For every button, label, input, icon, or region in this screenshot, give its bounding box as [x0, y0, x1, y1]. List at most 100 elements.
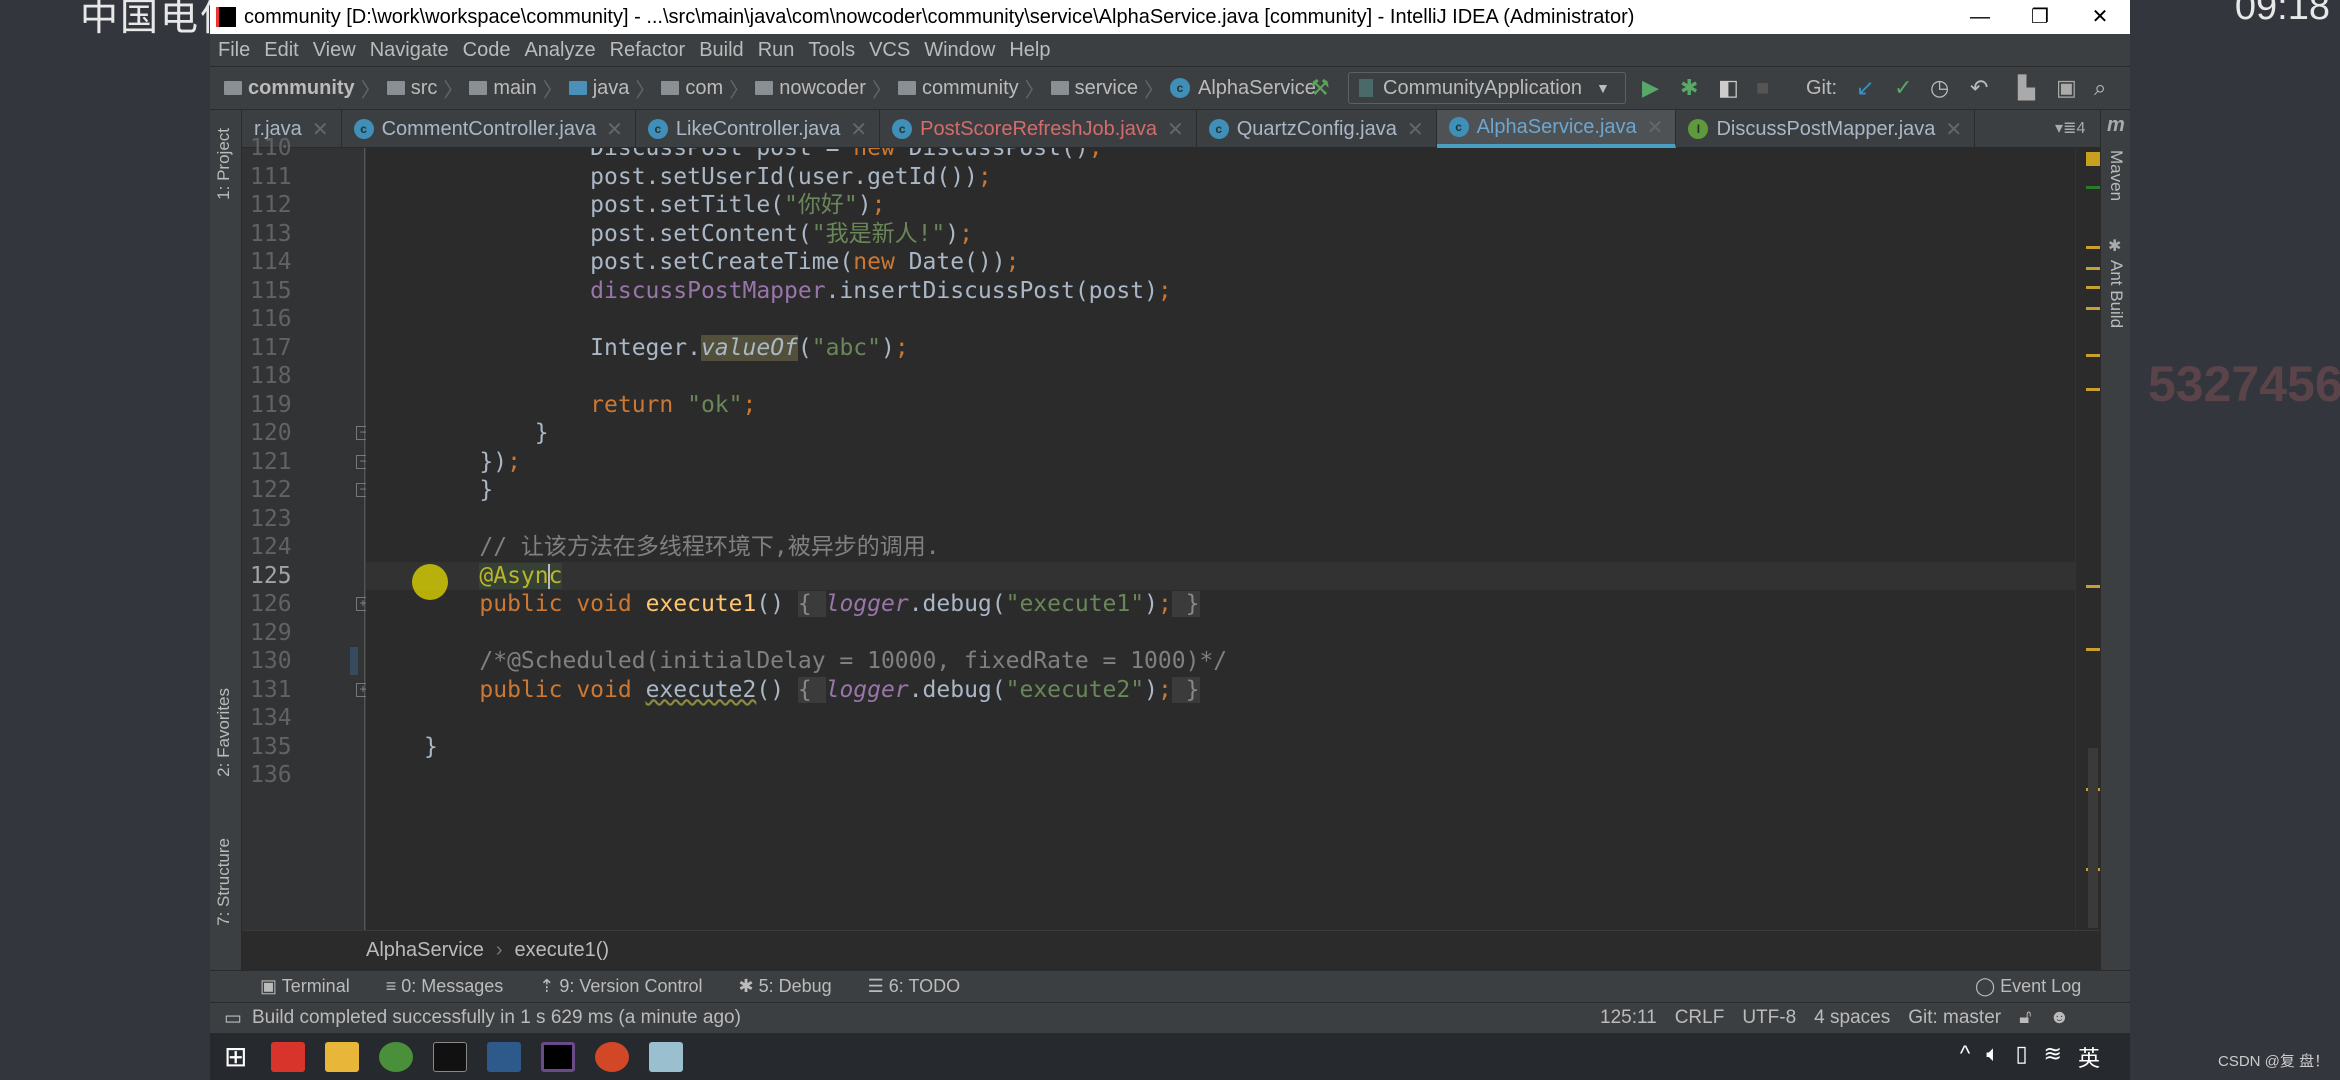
tab-commentcontroller-java[interactable]: c CommentController.java ✕ [342, 110, 636, 148]
tab-quartzconfig-java[interactable]: c QuartzConfig.java ✕ [1197, 110, 1437, 148]
warning-mark[interactable] [2086, 307, 2101, 310]
tab-likecontroller-java[interactable]: c LikeController.java ✕ [636, 110, 881, 148]
inspector-icon[interactable]: ☻ [2049, 1007, 2069, 1029]
wifi-icon[interactable]: ≋ [2044, 1041, 2062, 1073]
close-tab-icon[interactable]: ✕ [312, 117, 329, 142]
breadcrumb-item[interactable]: java 〉 [568, 74, 655, 103]
warning-mark[interactable] [2086, 648, 2101, 651]
breadcrumb-item[interactable]: src 〉 [386, 74, 463, 103]
warning-indicator-icon[interactable] [2086, 152, 2100, 166]
tab-alphaservice-java[interactable]: c AlphaService.java ✕ [1436, 110, 1677, 148]
warning-mark[interactable] [2086, 267, 2101, 270]
menu-item-view[interactable]: View [313, 39, 356, 62]
windows-start-icon[interactable]: ⊞ [224, 1040, 247, 1073]
file-explorer-icon[interactable] [325, 1041, 360, 1072]
code-line[interactable]: post.setContent("我是新人!"); [366, 220, 2075, 249]
code-line[interactable] [366, 505, 2075, 534]
tool-structure[interactable]: 7: Structure [214, 838, 234, 926]
menu-item-file[interactable]: File [218, 39, 250, 62]
warning-mark[interactable] [2086, 286, 2101, 289]
run-configuration-select[interactable]: CommunityApplication ▼ [1348, 72, 1626, 104]
maximize-button[interactable]: ❐ [2010, 0, 2070, 34]
breadcrumb-item[interactable]: com 〉 [661, 74, 749, 103]
menu-item-vcs[interactable]: VCS [869, 39, 910, 62]
close-tab-icon[interactable]: ✕ [1647, 115, 1664, 140]
breadcrumb-item[interactable]: community 〉 [897, 74, 1045, 103]
caret-position[interactable]: 125:11 [1600, 1007, 1657, 1029]
search-icon[interactable]: ⌕ [2094, 75, 2106, 101]
lock-icon[interactable]: 🔓︎ [2019, 1007, 2031, 1029]
run-anything-icon[interactable]: ▣ [2056, 75, 2077, 101]
error-stripe[interactable] [2075, 148, 2101, 930]
minimize-button[interactable]: — [1950, 0, 2010, 34]
menu-item-tools[interactable]: Tools [808, 39, 855, 62]
code-line[interactable]: Integer.valueOf("abc"); [366, 334, 2075, 363]
breadcrumb-item[interactable]: main 〉 [469, 74, 563, 103]
code-editor[interactable]: DiscussPost post = new DiscussPost(); po… [366, 148, 2075, 930]
rollback-icon[interactable]: ↶ [1970, 75, 1988, 101]
close-tab-icon[interactable]: ✕ [1167, 117, 1184, 142]
warning-mark[interactable] [2086, 388, 2101, 391]
close-tab-icon[interactable]: ✕ [1945, 117, 1962, 142]
close-tab-icon[interactable]: ✕ [1407, 117, 1424, 142]
stop-icon[interactable]: ■ [1756, 75, 1769, 101]
breadcrumb-item[interactable]: service 〉 [1050, 74, 1164, 103]
status-toggle-icon[interactable]: ▭ [224, 1007, 242, 1030]
project-structure-icon[interactable]: ▙ [2018, 75, 2035, 101]
line-separator[interactable]: CRLF [1675, 1007, 1725, 1029]
menu-item-analyze[interactable]: Analyze [524, 39, 595, 62]
code-line[interactable]: post.setUserId(user.getId()); [366, 163, 2075, 192]
code-line[interactable]: } [366, 733, 2075, 762]
coverage-icon[interactable]: ◧ [1718, 75, 1739, 101]
code-line[interactable]: // 让该方法在多线程环境下,被异步的调用. [366, 533, 2075, 562]
code-line[interactable]: } [366, 419, 2075, 448]
close-button[interactable]: ✕ [2070, 0, 2130, 34]
build-hammer-icon[interactable]: ⚒ [1310, 75, 1330, 101]
code-line[interactable] [366, 761, 2075, 790]
code-line[interactable]: @Async [366, 561, 2075, 590]
code-line[interactable]: return "ok"; [366, 391, 2075, 420]
code-line[interactable]: post.setCreateTime(new Date()); [366, 248, 2075, 277]
volume-icon[interactable]: 🔈︎ [1986, 1041, 1999, 1073]
breadcrumb-item[interactable]: community 〉 [224, 74, 381, 103]
close-tab-icon[interactable]: ✕ [606, 117, 623, 142]
code-line[interactable]: }); [366, 448, 2075, 477]
tool-terminal[interactable]: ▣ Terminal [260, 976, 350, 997]
code-line[interactable]: DiscussPost post = new DiscussPost(); [366, 148, 2075, 163]
menu-item-edit[interactable]: Edit [264, 39, 298, 62]
tool-ant-build[interactable]: Ant Build [2106, 260, 2126, 328]
close-tab-icon[interactable]: ✕ [850, 117, 867, 142]
tool-debug[interactable]: ✱ 5: Debug [738, 976, 831, 997]
chrome-icon[interactable] [379, 1041, 414, 1072]
menu-item-refactor[interactable]: Refactor [610, 39, 686, 62]
powerpoint-icon[interactable] [595, 1041, 630, 1072]
scrollbar-thumb[interactable] [2088, 748, 2098, 928]
tab-discusspostmapper-java[interactable]: I DiscussPostMapper.java ✕ [1676, 110, 1976, 148]
taskbar-app-icon[interactable] [271, 1041, 306, 1072]
intellij-taskbar-icon[interactable] [541, 1041, 576, 1072]
warning-mark[interactable] [2086, 354, 2101, 357]
code-line[interactable] [366, 704, 2075, 733]
tool-project[interactable]: 1: Project [214, 128, 234, 200]
code-line[interactable] [366, 619, 2075, 648]
tab-postscorerefreshjob-java[interactable]: c PostScoreRefreshJob.java ✕ [880, 110, 1197, 148]
tool-messages[interactable]: ≡ 0: Messages [386, 976, 504, 997]
indent-setting[interactable]: 4 spaces [1814, 1007, 1890, 1029]
change-mark[interactable] [2086, 186, 2101, 189]
code-line[interactable]: } [366, 476, 2075, 505]
code-line[interactable]: discussPostMapper.insertDiscussPost(post… [366, 277, 2075, 306]
ime-indicator[interactable]: 英 [2078, 1041, 2100, 1073]
code-line[interactable] [366, 305, 2075, 334]
run-icon[interactable]: ▶ [1642, 75, 1659, 101]
event-log-button[interactable]: ◯ Event Log [1975, 976, 2081, 997]
app-icon[interactable] [649, 1041, 684, 1072]
code-line[interactable] [366, 362, 2075, 391]
tool-version-control[interactable]: ⇡ 9: Version Control [539, 976, 702, 997]
debug-bug-icon[interactable]: ✱ [1680, 75, 1698, 101]
menu-item-window[interactable]: Window [924, 39, 995, 62]
breadcrumb-class[interactable]: AlphaService [366, 939, 484, 962]
tray-chevron-icon[interactable]: ^ [1960, 1041, 1970, 1073]
tab-overflow-button[interactable]: ▾≣4 [2055, 118, 2085, 138]
file-encoding[interactable]: UTF-8 [1742, 1007, 1796, 1029]
breadcrumb-item[interactable]: nowcoder 〉 [755, 74, 892, 103]
